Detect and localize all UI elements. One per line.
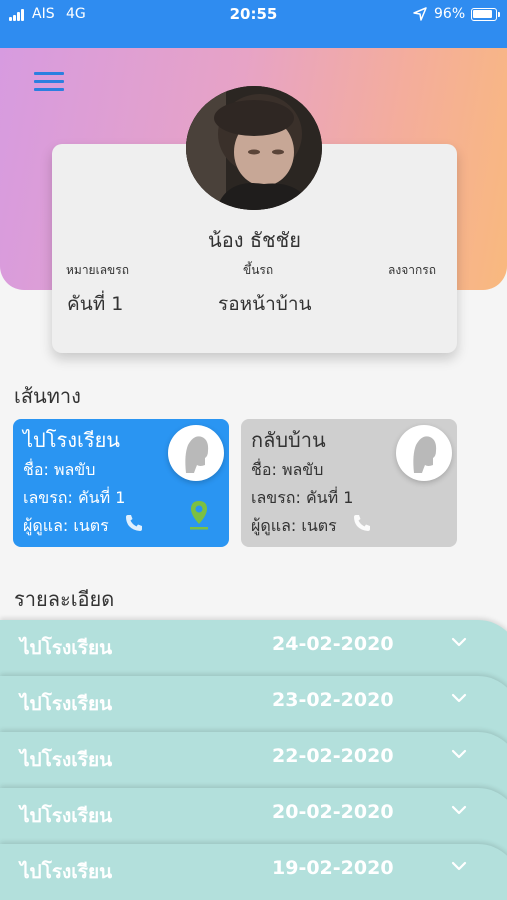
route-bus: เลขรถ: คันที่ 1 [251, 488, 354, 507]
status-row: AIS 4G 20:55 96% [0, 4, 507, 26]
detail-label: ไปโรงเรียน [20, 861, 113, 883]
chevron-down-icon[interactable] [450, 748, 468, 760]
route-caretaker: ผู้ดูแล: เนตร [23, 516, 109, 535]
details-title: รายละเอียด [14, 587, 115, 611]
route-driver: ชื่อ: พลขับ [251, 460, 324, 479]
route-caretaker: ผู้ดูแล: เนตร [251, 516, 337, 535]
student-photo [186, 86, 322, 210]
bus-number-label: หมายเลขรถ [66, 263, 129, 277]
detail-label: ไปโรงเรียน [20, 749, 113, 771]
status-bar: AIS 4G 20:55 96% [0, 0, 507, 48]
route-driver: ชื่อ: พลขับ [23, 460, 96, 479]
driver-avatar [396, 425, 452, 481]
route-card-return-home[interactable]: กลับบ้าน ชื่อ: พลขับ เลขรถ: คันที่ 1 ผู้… [241, 419, 457, 547]
bus-number-value: คันที่ 1 [67, 293, 124, 315]
route-bus: เลขรถ: คันที่ 1 [23, 488, 126, 507]
board-label: ขึ้นรถ [243, 263, 274, 277]
detail-date: 20-02-2020 [272, 801, 394, 823]
detail-date: 24-02-2020 [272, 633, 394, 655]
battery-percent: 96% [434, 6, 466, 22]
detail-date: 19-02-2020 [272, 857, 394, 879]
detail-label: ไปโรงเรียน [20, 805, 113, 827]
phone-icon[interactable] [352, 513, 372, 533]
student-avatar [186, 86, 322, 210]
detail-date: 23-02-2020 [272, 689, 394, 711]
person-silhouette-icon [185, 436, 209, 473]
chevron-down-icon[interactable] [450, 804, 468, 816]
battery-icon [471, 8, 500, 21]
status-time: 20:55 [229, 5, 278, 23]
hamburger-menu-icon[interactable] [34, 70, 64, 94]
detail-date: 22-02-2020 [272, 745, 394, 767]
chevron-down-icon[interactable] [450, 692, 468, 704]
alight-label: ลงจากรถ [388, 263, 436, 277]
driver-avatar [168, 425, 224, 481]
location-pin-icon[interactable] [186, 499, 212, 531]
person-silhouette-icon [413, 436, 437, 473]
phone-icon[interactable] [124, 513, 144, 533]
route-title: ไปโรงเรียน [23, 428, 120, 452]
route-card-to-school[interactable]: ไปโรงเรียน ชื่อ: พลขับ เลขรถ: คันที่ 1 ผ… [13, 419, 229, 547]
location-arrow-icon [413, 7, 427, 21]
route-title: กลับบ้าน [251, 428, 326, 452]
detail-label: ไปโรงเรียน [20, 693, 113, 715]
student-name: น้อง ธัชชัย [208, 228, 301, 252]
routes-title: เส้นทาง [14, 384, 81, 408]
detail-label: ไปโรงเรียน [20, 637, 113, 659]
detail-row[interactable]: ไปโรงเรียน 19-02-2020 [0, 844, 507, 900]
chevron-down-icon[interactable] [450, 860, 468, 872]
board-value: รอหน้าบ้าน [218, 293, 312, 315]
chevron-down-icon[interactable] [450, 636, 468, 648]
